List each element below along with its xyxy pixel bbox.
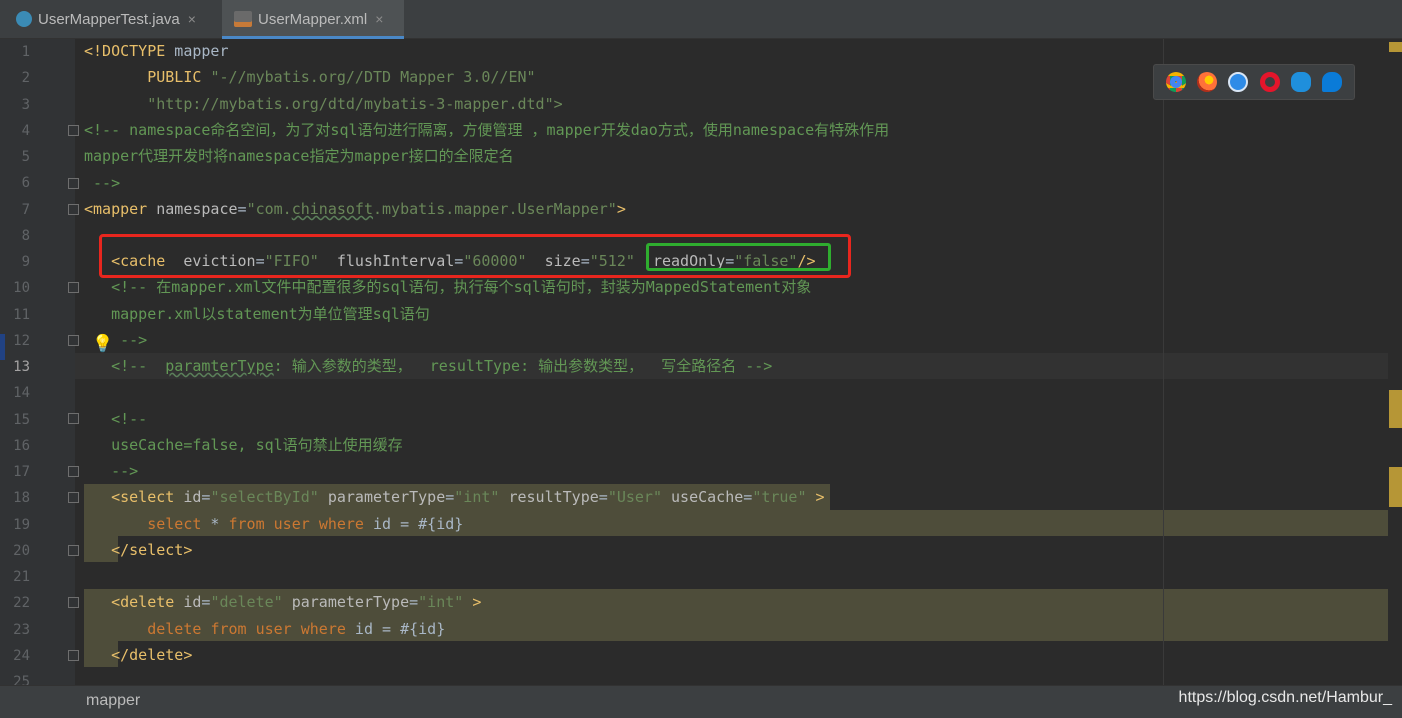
code-line-5: mapper代理开发时将namespace指定为mapper接口的全限定名 bbox=[84, 147, 514, 165]
code-line-13: <!-- paramterType: 输入参数的类型， resultType: … bbox=[111, 357, 773, 375]
line-number[interactable]: 18 bbox=[0, 485, 30, 511]
dtd-url-string: "http://mybatis.org/dtd/mybatis-3-mapper… bbox=[147, 95, 563, 113]
tab-label: UserMapper.xml bbox=[258, 10, 368, 28]
warning-stripe-mark[interactable] bbox=[1389, 42, 1402, 52]
opera-icon[interactable] bbox=[1259, 72, 1280, 92]
delete-close-tag: </delete> bbox=[111, 646, 193, 664]
line-number[interactable]: 21 bbox=[0, 564, 30, 590]
editor-tab-bar: UserMapperTest.java × UserMapper.xml × bbox=[0, 0, 1402, 39]
line-number[interactable]: 14 bbox=[0, 380, 30, 406]
line-number[interactable]: 22 bbox=[0, 590, 30, 616]
code-line-4: <!-- namespace命名空间，为了对sql语句进行隔离，方便管理 ，ma… bbox=[84, 121, 890, 139]
line-number[interactable]: 24 bbox=[0, 643, 30, 669]
warning-stripe-mark[interactable] bbox=[1389, 390, 1402, 428]
code-line-6: --> bbox=[84, 174, 121, 192]
tab-usermapper-xml[interactable]: UserMapper.xml × bbox=[222, 0, 404, 39]
chrome-icon[interactable] bbox=[1165, 72, 1186, 92]
code-line-22: <delete id="delete" parameterType="int" … bbox=[111, 593, 482, 611]
line-number[interactable]: 23 bbox=[0, 617, 30, 643]
line-number[interactable]: 13 bbox=[0, 354, 30, 380]
code-line-2: PUBLIC "-//mybatis.org//DTD Mapper 3.0//… bbox=[84, 64, 536, 90]
line-number[interactable]: 3 bbox=[0, 92, 30, 118]
code-line-24: </delete> bbox=[84, 642, 192, 668]
code-line-18: <select id="selectById" parameterType="i… bbox=[111, 488, 825, 506]
doctype-name: mapper bbox=[165, 42, 229, 60]
safari-icon[interactable] bbox=[1228, 72, 1249, 92]
code-line-17: --> bbox=[111, 462, 139, 480]
edge-icon[interactable] bbox=[1322, 72, 1343, 92]
browser-preview-toolbar bbox=[1153, 64, 1355, 100]
annotation-box-green bbox=[646, 243, 831, 271]
namespace-attr: namespace bbox=[156, 200, 238, 218]
java-class-icon bbox=[16, 11, 32, 27]
internet-explorer-icon[interactable] bbox=[1290, 72, 1311, 92]
code-line-11: mapper.xml以statement为单位管理sql语句 bbox=[111, 305, 430, 323]
line-number[interactable]: 10 bbox=[0, 275, 30, 301]
firefox-icon[interactable] bbox=[1196, 72, 1217, 92]
error-stripe-scrollbar[interactable] bbox=[1388, 39, 1402, 685]
close-icon[interactable]: × bbox=[375, 11, 383, 27]
breadcrumb[interactable]: mapper bbox=[86, 692, 140, 710]
line-number[interactable]: 2 bbox=[0, 65, 30, 91]
line-number[interactable]: 17 bbox=[0, 459, 30, 485]
code-line-12: --> bbox=[111, 331, 148, 349]
typo-underline: chinasoft bbox=[291, 200, 373, 218]
select-close-tag: </select> bbox=[111, 541, 193, 559]
line-number[interactable]: 9 bbox=[0, 249, 30, 275]
line-number[interactable]: 11 bbox=[0, 302, 30, 328]
line-number[interactable]: 6 bbox=[0, 170, 30, 196]
line-number[interactable]: 5 bbox=[0, 144, 30, 170]
tab-usermappertest-java[interactable]: UserMapperTest.java × bbox=[0, 0, 218, 38]
dtd-id-string: "-//mybatis.org//DTD Mapper 3.0//EN" bbox=[210, 68, 536, 86]
code-line-20: </select> bbox=[84, 537, 192, 563]
code-line-7: <mapper namespace="com.chinasoft.mybatis… bbox=[84, 200, 626, 218]
line-number[interactable]: 15 bbox=[0, 407, 30, 433]
line-number[interactable]: 1 bbox=[0, 39, 30, 65]
xml-file-icon bbox=[234, 11, 252, 27]
code-line-15: <!-- bbox=[111, 410, 148, 428]
line-number[interactable]: 8 bbox=[0, 223, 30, 249]
code-line-3: "http://mybatis.org/dtd/mybatis-3-mapper… bbox=[84, 91, 563, 117]
code-line-16: useCache=false, sql语句禁止使用缓存 bbox=[111, 436, 403, 454]
close-icon[interactable]: × bbox=[188, 11, 196, 27]
line-number[interactable]: 20 bbox=[0, 538, 30, 564]
line-number[interactable]: 19 bbox=[0, 512, 30, 538]
line-number[interactable]: 12 bbox=[0, 328, 30, 354]
code-line-19: select * from user where id = #{id} bbox=[147, 515, 464, 533]
code-line-1: <!DOCTYPE mapper bbox=[84, 38, 229, 64]
line-number[interactable]: 4 bbox=[0, 118, 30, 144]
delete-tag: <delete bbox=[111, 593, 175, 611]
warning-stripe-mark[interactable] bbox=[1389, 467, 1402, 507]
watermark: https://blog.csdn.net/Hambur_ bbox=[1178, 689, 1392, 706]
code-line-23: delete from user where id = #{id} bbox=[147, 620, 446, 638]
line-number[interactable]: 16 bbox=[0, 433, 30, 459]
line-number[interactable]: 7 bbox=[0, 197, 30, 223]
mapper-tag: <mapper bbox=[84, 200, 148, 218]
doctype-tag: <!DOCTYPE bbox=[84, 42, 166, 60]
tab-label: UserMapperTest.java bbox=[38, 10, 180, 28]
public-keyword: PUBLIC bbox=[147, 68, 202, 86]
select-tag: <select bbox=[111, 488, 175, 506]
